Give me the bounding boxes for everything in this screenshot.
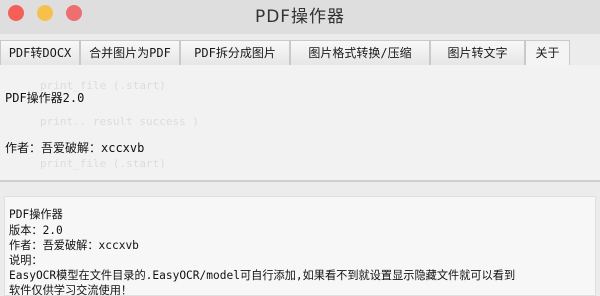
ghost-text-decoration: print.. result success ) (40, 115, 199, 128)
author-label: 作者：吾爱破解：xccxvb (5, 141, 145, 155)
app-window: PDF操作器 PDF转DOCX 合并图片为PDF PDF拆分成图片 图片格式转换… (0, 0, 600, 296)
tab-bar: PDF转DOCX 合并图片为PDF PDF拆分成图片 图片格式转换/压缩 图片转… (0, 40, 600, 67)
tab-image-format-convert[interactable]: 图片格式转换/压缩 (290, 40, 430, 65)
tab-pdf-to-docx[interactable]: PDF转DOCX (0, 40, 80, 65)
tab-image-to-text[interactable]: 图片转文字 (430, 40, 525, 65)
pane-divider (0, 180, 600, 182)
tab-merge-images-to-pdf[interactable]: 合并图片为PDF (80, 40, 180, 65)
info-line: 版本：2.0 (9, 224, 63, 237)
tab-about[interactable]: 关于 (525, 40, 570, 67)
info-line: EasyOCR模型在文件目录的.EasyOCR/model可自行添加,如果看不到… (9, 269, 516, 282)
about-pane: print_file (.start) print.. result succe… (0, 65, 600, 180)
ghost-text-decoration: print_file (.start) (40, 157, 166, 170)
info-textarea[interactable]: PDF操作器 版本：2.0 作者：吾爱破解：xccxvb 说明： EasyOCR… (4, 196, 596, 296)
title-bar: PDF操作器 (0, 0, 600, 34)
version-label: PDF操作器2.0 (5, 91, 85, 105)
info-line: 作者：吾爱破解：xccxvb (9, 239, 139, 252)
tab-split-pdf-to-images[interactable]: PDF拆分成图片 (180, 40, 290, 65)
info-line: 软件仅供学习交流使用！ (9, 284, 133, 296)
info-line: 说明： (9, 254, 43, 267)
info-line: PDF操作器 (9, 208, 63, 221)
window-title: PDF操作器 (254, 7, 346, 27)
